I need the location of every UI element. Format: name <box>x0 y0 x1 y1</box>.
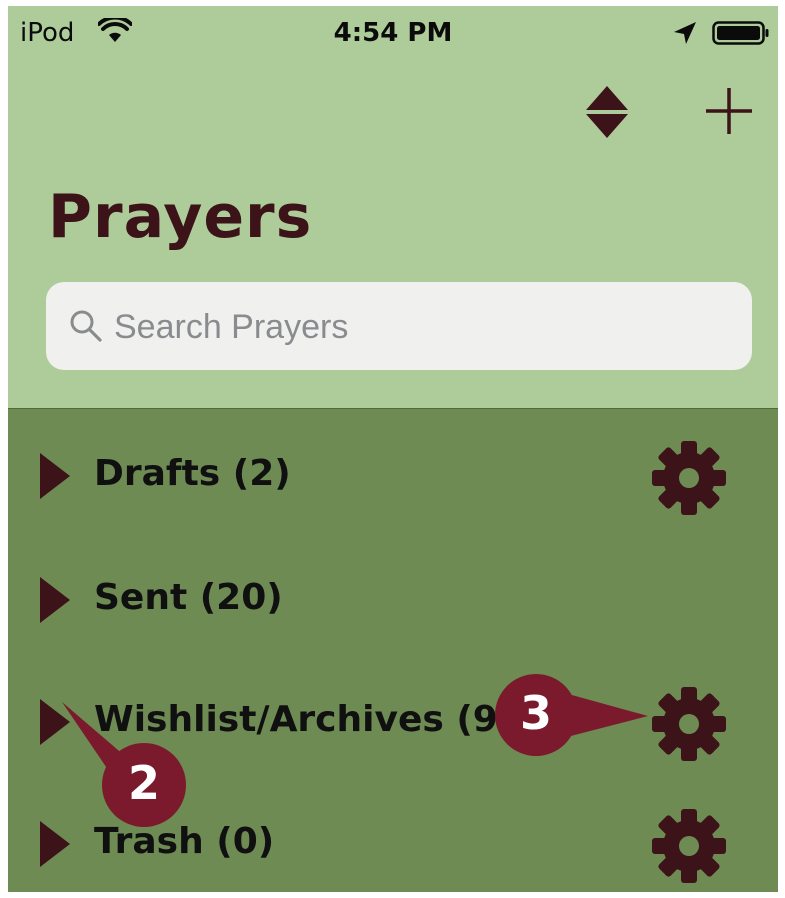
callout-3: 3 <box>492 672 652 758</box>
add-prayer-button[interactable] <box>704 86 754 136</box>
callout-2: 2 <box>48 698 198 828</box>
status-time: 4:54 PM <box>333 18 453 48</box>
search-input[interactable] <box>112 300 736 354</box>
gear-icon[interactable] <box>650 439 728 517</box>
page-title: Prayers <box>48 182 313 252</box>
folder-label: Drafts (2) <box>94 453 291 494</box>
search-icon <box>70 310 102 342</box>
callout-2-number: 2 <box>127 756 160 810</box>
callout-3-number: 3 <box>519 686 552 740</box>
gear-icon[interactable] <box>650 685 728 763</box>
folder-row-drafts[interactable]: Drafts (2) <box>8 413 778 533</box>
sort-updown-icon <box>586 86 628 138</box>
plus-icon <box>706 88 752 134</box>
gear-icon[interactable] <box>650 807 728 885</box>
app-screen: iPod 4:54 PM Prayers Search Prayers Draf… <box>8 6 778 892</box>
folder-label: Sent (20) <box>94 577 283 618</box>
disclosure-triangle-icon[interactable] <box>38 451 72 501</box>
search-bar[interactable] <box>46 282 752 370</box>
sort-button[interactable] <box>584 84 630 140</box>
location-arrow-icon <box>674 22 696 44</box>
header-area: iPod 4:54 PM Prayers Search Prayers <box>8 6 778 408</box>
battery-full-icon <box>712 21 769 45</box>
disclosure-triangle-icon[interactable] <box>38 575 72 625</box>
folder-row-sent[interactable]: Sent (20) <box>8 537 778 657</box>
status-bar: iPod 4:54 PM <box>8 6 778 60</box>
